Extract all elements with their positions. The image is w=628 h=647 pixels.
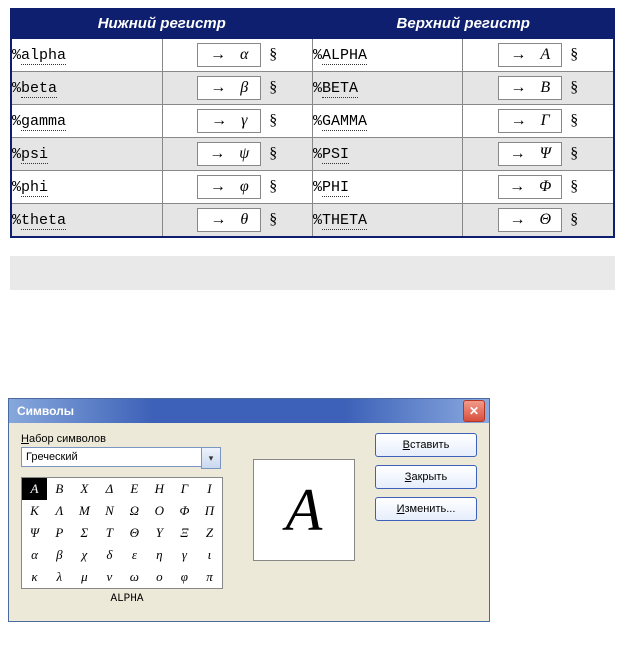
table-row: %theta→θ §%THETA→Θ § (11, 204, 614, 238)
grid-char[interactable]: O (147, 500, 172, 522)
grid-char[interactable]: Θ (122, 522, 147, 544)
code-cell: %GAMMA (312, 105, 462, 138)
grid-char[interactable]: N (97, 500, 122, 522)
separator-bar (10, 256, 615, 290)
grid-char[interactable]: X (72, 478, 97, 500)
grid-char[interactable]: K (22, 500, 47, 522)
symbol-cell: →α § (162, 38, 312, 72)
symbol-cell: →φ § (162, 171, 312, 204)
grid-char[interactable]: β (47, 544, 72, 566)
header-lowercase: Нижний регистр (11, 9, 312, 38)
symbol-cell: →A § (463, 38, 614, 72)
char-preview: A (253, 459, 355, 561)
code-cell: %psi (11, 138, 162, 171)
character-grid[interactable]: ABXΔEHΓI KΛMNΩOΦΠ ΨPΣTΘYΞZαβχδεηγι κλμνωοφπ (21, 477, 223, 589)
grid-char[interactable]: ω (122, 566, 147, 588)
symbol-cell: →ψ § (162, 138, 312, 171)
close-icon[interactable]: ✕ (463, 400, 485, 422)
grid-char[interactable]: ο (147, 566, 172, 588)
selected-char-name: ALPHA (21, 593, 233, 605)
symbols-dialog: Символы ✕ Набор символов ▾ ABXΔEHΓIKΛMNΩ… (8, 398, 490, 622)
grid-char[interactable]: γ (172, 544, 197, 566)
grid-char[interactable]: α (22, 544, 47, 566)
code-cell: %BETA (312, 72, 462, 105)
grid-char[interactable]: Y (147, 522, 172, 544)
grid-char[interactable]: π (197, 566, 222, 588)
grid-char[interactable]: Φ (172, 500, 197, 522)
symbol-cell: →Θ § (463, 204, 614, 238)
symbol-cell: →Φ § (463, 171, 614, 204)
close-button[interactable]: Закрыть (375, 465, 477, 489)
code-cell: %THETA (312, 204, 462, 238)
table-row: %psi→ψ §%PSI→Ψ § (11, 138, 614, 171)
symbol-cell: →γ § (162, 105, 312, 138)
grid-char[interactable]: Ω (122, 500, 147, 522)
grid-char[interactable]: Ξ (172, 522, 197, 544)
grid-char[interactable]: P (47, 522, 72, 544)
code-cell: %theta (11, 204, 162, 238)
dialog-titlebar: Символы ✕ (9, 399, 489, 423)
code-cell: %phi (11, 171, 162, 204)
symbol-cell: →β § (162, 72, 312, 105)
table-row: %alpha→α §%ALPHA→A § (11, 38, 614, 72)
grid-char[interactable]: B (47, 478, 72, 500)
grid-char[interactable]: Λ (47, 500, 72, 522)
header-uppercase: Верхний регистр (312, 9, 614, 38)
grid-char[interactable]: μ (72, 566, 97, 588)
grid-char[interactable]: I (197, 478, 222, 500)
grid-char[interactable]: ε (122, 544, 147, 566)
grid-char[interactable]: H (147, 478, 172, 500)
subset-combobox[interactable]: ▾ (21, 447, 221, 469)
chevron-down-icon[interactable]: ▾ (201, 447, 221, 469)
dialog-title: Символы (17, 404, 463, 418)
grid-char[interactable]: Γ (172, 478, 197, 500)
grid-char[interactable]: A (22, 478, 47, 500)
grid-char[interactable]: κ (22, 566, 47, 588)
grid-char[interactable]: Ψ (22, 522, 47, 544)
grid-char[interactable]: M (72, 500, 97, 522)
code-cell: %beta (11, 72, 162, 105)
symbol-cell: →Γ § (463, 105, 614, 138)
grid-char[interactable]: φ (172, 566, 197, 588)
symbol-cell: →Ψ § (463, 138, 614, 171)
grid-char[interactable]: T (97, 522, 122, 544)
code-cell: %PHI (312, 171, 462, 204)
greek-codes-table: Нижний регистр Верхний регистр %alpha→α … (10, 8, 615, 238)
table-row: %beta→β §%BETA→B § (11, 72, 614, 105)
grid-char[interactable]: η (147, 544, 172, 566)
grid-char[interactable]: Δ (97, 478, 122, 500)
grid-char[interactable]: λ (47, 566, 72, 588)
symbol-cell: →B § (463, 72, 614, 105)
grid-char[interactable]: Σ (72, 522, 97, 544)
grid-char[interactable]: ν (97, 566, 122, 588)
subset-input[interactable] (21, 447, 201, 467)
subset-label: Набор символов (21, 433, 233, 445)
edit-button[interactable]: Изменить... (375, 497, 477, 521)
grid-char[interactable]: Z (197, 522, 222, 544)
symbol-cell: →θ § (162, 204, 312, 238)
table-row: %gamma→γ §%GAMMA→Γ § (11, 105, 614, 138)
grid-char[interactable]: χ (72, 544, 97, 566)
code-cell: %gamma (11, 105, 162, 138)
table-row: %phi→φ §%PHI→Φ § (11, 171, 614, 204)
grid-char[interactable]: Π (197, 500, 222, 522)
code-cell: %alpha (11, 38, 162, 72)
insert-button[interactable]: Вставить (375, 433, 477, 457)
code-cell: %ALPHA (312, 38, 462, 72)
grid-char[interactable]: δ (97, 544, 122, 566)
grid-char[interactable]: E (122, 478, 147, 500)
code-cell: %PSI (312, 138, 462, 171)
grid-char[interactable]: ι (197, 544, 222, 566)
